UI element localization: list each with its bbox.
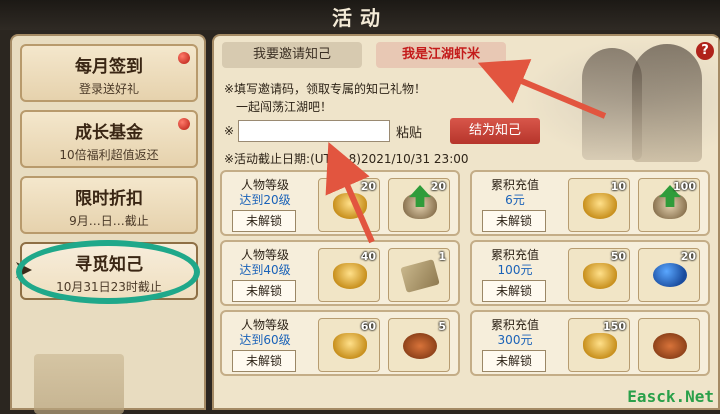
gold-ingot-icon bbox=[583, 333, 617, 359]
card-requirement: 达到20级 bbox=[239, 193, 291, 207]
deadline-text: ※活动截止日期:(UTC+8)2021/10/31 23:00 bbox=[224, 152, 469, 166]
reward-slot[interactable]: 20 bbox=[318, 178, 380, 232]
main-panel: 我要邀请知己 我是江湖虾米 ? ※填写邀请码，领取专属的知己礼物！ 一起闯荡江湖… bbox=[212, 34, 720, 410]
paste-button[interactable]: 粘贴 bbox=[396, 122, 422, 141]
tab-invite-friend[interactable]: 我要邀请知己 bbox=[222, 42, 362, 68]
reward-slot[interactable]: 20 bbox=[638, 248, 700, 302]
tab-i-am-newcomer[interactable]: 我是江湖虾米 bbox=[376, 42, 506, 68]
notification-dot-icon bbox=[178, 52, 190, 64]
gold-ingot-icon bbox=[333, 193, 367, 219]
item-count: 60 bbox=[360, 320, 376, 333]
item-count: 50 bbox=[610, 250, 626, 263]
blue-orb-icon bbox=[653, 263, 687, 287]
sidebar-item-monthly-checkin[interactable]: 每月签到 登录送好礼 bbox=[20, 44, 198, 102]
reward-slot[interactable]: 20 bbox=[388, 178, 450, 232]
pastry-icon bbox=[653, 333, 687, 359]
card-requirement: 达到40级 bbox=[239, 263, 291, 277]
reward-slot[interactable]: 60 bbox=[318, 318, 380, 372]
help-icon[interactable]: ? bbox=[696, 42, 714, 60]
locked-button[interactable]: 未解锁 bbox=[482, 210, 546, 232]
watermark: Easck.Net bbox=[627, 387, 714, 406]
item-count: 20 bbox=[360, 180, 376, 193]
pastry-icon bbox=[403, 333, 437, 359]
locked-button[interactable]: 未解锁 bbox=[232, 210, 296, 232]
annotation-circle bbox=[16, 240, 200, 304]
card-requirement: 100元 bbox=[497, 263, 533, 277]
reward-card: 人物等级 达到40级 未解锁 40 1 bbox=[220, 240, 460, 306]
item-count: 150 bbox=[603, 320, 626, 333]
info-text: ※填写邀请码，领取专属的知己礼物！ bbox=[224, 82, 427, 96]
sidebar-item-title: 成长基金 bbox=[75, 123, 143, 143]
scroll-icon bbox=[400, 259, 440, 293]
item-count: 10 bbox=[610, 180, 626, 193]
item-count: 100 bbox=[673, 180, 696, 193]
sidebar-item-subtitle: 9月…日…截止 bbox=[69, 214, 149, 228]
sidebar: 每月签到 登录送好礼 成长基金 10倍福利超值返还 限时折扣 9月…日…截止 寻… bbox=[10, 34, 206, 414]
item-count: 40 bbox=[360, 250, 376, 263]
item-count: 5 bbox=[438, 320, 446, 333]
gold-ingot-icon bbox=[583, 193, 617, 219]
card-requirement: 300元 bbox=[497, 333, 533, 347]
bind-friend-button[interactable]: 结为知己 bbox=[450, 118, 540, 144]
reward-slot[interactable]: 100 bbox=[638, 178, 700, 232]
gold-ingot-icon bbox=[333, 263, 367, 289]
notification-dot-icon bbox=[178, 118, 190, 130]
reward-slot[interactable]: 1 bbox=[388, 248, 450, 302]
input-prefix: ※ bbox=[224, 124, 235, 138]
locked-button[interactable]: 未解锁 bbox=[482, 280, 546, 302]
reward-card: 累积充值 100元 未解锁 50 20 bbox=[470, 240, 710, 306]
sidebar-item-growth-fund[interactable]: 成长基金 10倍福利超值返还 bbox=[20, 110, 198, 168]
invite-code-input[interactable] bbox=[238, 120, 390, 142]
reward-slot[interactable]: 150 bbox=[568, 318, 630, 372]
reward-card: 累积充值 6元 未解锁 10 100 bbox=[470, 170, 710, 236]
title-bar: 活动 bbox=[0, 0, 720, 30]
item-count: 1 bbox=[438, 250, 446, 263]
reward-card: 人物等级 达到60级 未解锁 60 5 bbox=[220, 310, 460, 376]
info-text: 一起闯荡江湖吧！ bbox=[236, 100, 333, 114]
sidebar-item-subtitle: 登录送好礼 bbox=[78, 82, 139, 96]
sidebar-item-subtitle: 10倍福利超值返还 bbox=[59, 148, 159, 162]
locked-button[interactable]: 未解锁 bbox=[232, 280, 296, 302]
reward-card: 人物等级 达到20级 未解锁 20 20 bbox=[220, 170, 460, 236]
item-count: 20 bbox=[430, 180, 446, 193]
sidebar-item-title: 每月签到 bbox=[75, 57, 143, 77]
character-figure bbox=[632, 44, 702, 162]
sidebar-item-title: 限时折扣 bbox=[75, 189, 143, 209]
reward-card: 累积充值 300元 未解锁 150 bbox=[470, 310, 710, 376]
reward-slot[interactable]: 5 bbox=[388, 318, 450, 372]
reward-slot[interactable]: 50 bbox=[568, 248, 630, 302]
reward-slot[interactable] bbox=[638, 318, 700, 372]
reward-slot[interactable]: 10 bbox=[568, 178, 630, 232]
gold-ingot-icon bbox=[583, 263, 617, 289]
reward-slot[interactable]: 40 bbox=[318, 248, 380, 302]
books-decoration bbox=[34, 354, 124, 414]
locked-button[interactable]: 未解锁 bbox=[482, 350, 546, 372]
card-requirement: 达到60级 bbox=[239, 333, 291, 347]
card-requirement: 6元 bbox=[505, 193, 525, 207]
locked-button[interactable]: 未解锁 bbox=[232, 350, 296, 372]
page-title: 活动 bbox=[332, 6, 388, 30]
item-count: 20 bbox=[680, 250, 696, 263]
sidebar-item-limited-discount[interactable]: 限时折扣 9月…日…截止 bbox=[20, 176, 198, 234]
gold-ingot-icon bbox=[333, 333, 367, 359]
character-portrait bbox=[522, 38, 718, 162]
